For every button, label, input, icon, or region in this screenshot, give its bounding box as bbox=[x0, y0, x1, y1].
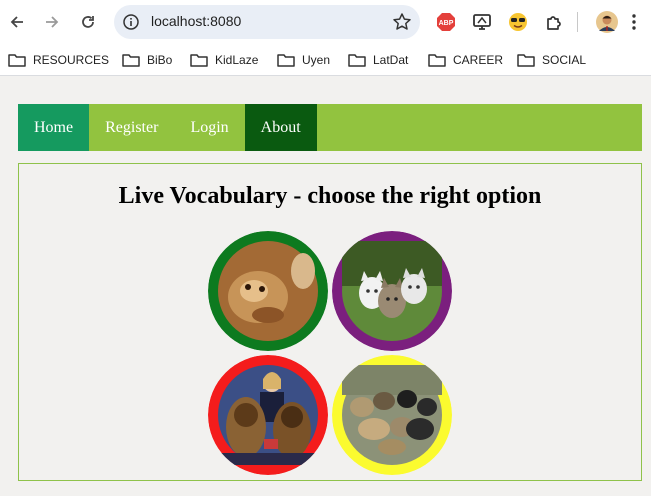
bookmark-folder-uyen[interactable]: Uyen bbox=[277, 51, 330, 69]
adblock-extension[interactable]: ABP bbox=[435, 11, 457, 33]
bookmark-label: RESOURCES bbox=[33, 53, 110, 67]
dogs-on-grass-image bbox=[332, 355, 452, 475]
browser-toolbar: localhost:8080 ABP bbox=[0, 0, 651, 44]
folder-icon bbox=[122, 54, 140, 67]
kittens-image bbox=[332, 231, 452, 351]
bookmark-folder-bibo[interactable]: BiBo bbox=[122, 51, 172, 69]
page-title: Live Vocabulary - choose the right optio… bbox=[118, 183, 542, 209]
forward-button[interactable] bbox=[38, 8, 66, 36]
profile-avatar[interactable] bbox=[596, 11, 618, 33]
dogs-with-girl-image bbox=[208, 355, 328, 475]
site-nav: Home Register Login About bbox=[18, 104, 642, 151]
option-dogs-on-grass[interactable] bbox=[332, 355, 452, 475]
reload-button[interactable] bbox=[74, 8, 102, 36]
bookmark-folder-career[interactable]: CAREER bbox=[428, 51, 503, 69]
screen-extension[interactable] bbox=[471, 11, 493, 33]
folder-icon bbox=[8, 54, 26, 67]
avatar-icon bbox=[596, 11, 618, 33]
bookmark-label: CAREER bbox=[453, 53, 504, 67]
kebab-menu-icon bbox=[632, 14, 636, 30]
site-info-icon[interactable] bbox=[122, 13, 140, 31]
adblock-icon: ABP bbox=[437, 13, 455, 31]
nav-about[interactable]: About bbox=[244, 104, 317, 151]
monkey-image bbox=[208, 231, 328, 351]
screen-monitor-icon bbox=[473, 14, 491, 30]
toolbar-divider bbox=[577, 12, 578, 32]
option-monkey[interactable] bbox=[208, 231, 328, 351]
bookmark-folder-social[interactable]: SOCIAL bbox=[517, 51, 586, 69]
bookmark-star-icon[interactable] bbox=[392, 12, 412, 32]
bookmark-folder-resources[interactable]: RESOURCES bbox=[8, 51, 109, 69]
back-button[interactable] bbox=[3, 8, 31, 36]
bookmark-folder-kidlaze[interactable]: KidLaze bbox=[190, 51, 258, 69]
bookmark-label: SOCIAL bbox=[542, 53, 587, 67]
puzzle-extensions-icon bbox=[547, 16, 561, 30]
folder-icon bbox=[517, 54, 535, 67]
reload-icon bbox=[82, 16, 94, 28]
extensions-button[interactable] bbox=[543, 11, 565, 33]
bookmark-label: KidLaze bbox=[215, 53, 259, 67]
bookmarks-bar: RESOURCES BiBo KidLaze Uyen LatDat CAREE… bbox=[0, 44, 651, 76]
folder-icon bbox=[190, 54, 208, 67]
bookmark-label: LatDat bbox=[373, 53, 409, 67]
back-arrow-icon bbox=[10, 16, 23, 28]
svg-text:ABP: ABP bbox=[439, 20, 454, 27]
browser-menu-button[interactable] bbox=[627, 11, 641, 33]
quiz-panel: Live Vocabulary - choose the right optio… bbox=[18, 163, 642, 481]
nav-register[interactable]: Register bbox=[89, 104, 174, 151]
option-kittens[interactable] bbox=[332, 231, 452, 351]
option-dogs-with-girl[interactable] bbox=[208, 355, 328, 475]
nav-login[interactable]: Login bbox=[174, 104, 244, 151]
folder-icon bbox=[277, 54, 295, 67]
folder-icon bbox=[348, 54, 366, 67]
forward-arrow-icon bbox=[46, 16, 59, 28]
url-text: localhost:8080 bbox=[151, 13, 242, 29]
address-bar[interactable]: localhost:8080 bbox=[114, 5, 420, 39]
emoji-extension[interactable] bbox=[507, 11, 529, 33]
bookmark-label: Uyen bbox=[302, 53, 331, 67]
nav-home[interactable]: Home bbox=[18, 104, 90, 151]
sunglasses-emoji-icon bbox=[509, 13, 527, 31]
bookmark-folder-latdat[interactable]: LatDat bbox=[348, 51, 408, 69]
folder-icon bbox=[428, 54, 446, 67]
bookmark-label: BiBo bbox=[147, 53, 173, 67]
